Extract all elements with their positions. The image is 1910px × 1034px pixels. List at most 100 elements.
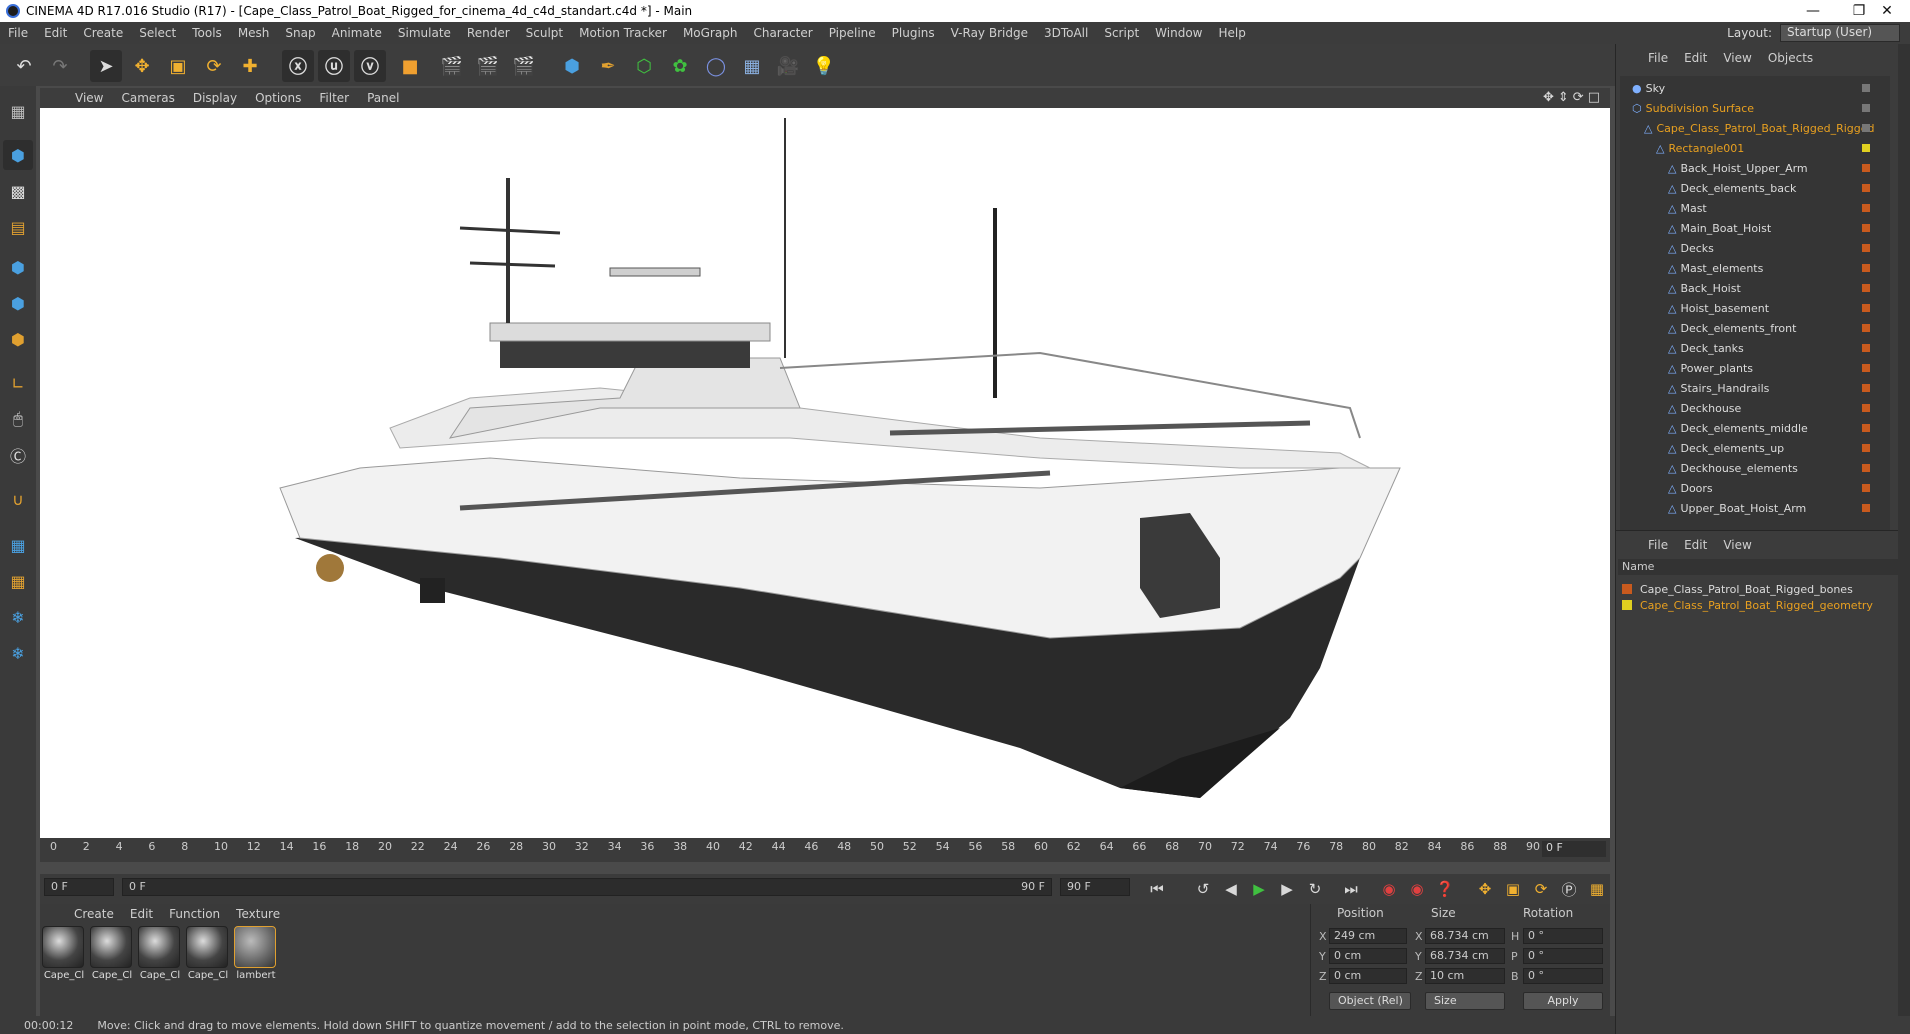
object-status-icon[interactable] <box>1862 164 1870 172</box>
subdivision-icon[interactable]: ⬡ <box>628 50 660 82</box>
texture-mode-icon[interactable]: ▩ <box>3 176 33 206</box>
menu-pipeline[interactable]: Pipeline <box>821 26 884 40</box>
rotate-tool-icon[interactable]: ⟳ <box>198 50 230 82</box>
layer-menu-file[interactable]: File <box>1640 538 1676 552</box>
edges-mode-icon[interactable]: ⬢ <box>3 288 33 318</box>
object-tree[interactable]: ● Sky ⬡ Subdivision Surface △ Cape_Class_Patr… <box>1620 76 1890 554</box>
size-mode-dropdown[interactable]: Size <box>1425 992 1505 1010</box>
3d-viewport[interactable] <box>40 108 1610 838</box>
object-status-icon[interactable] <box>1862 364 1870 372</box>
material-menu-edit[interactable]: Edit <box>122 907 161 921</box>
object-row[interactable]: △ Cape_Class_Patrol_Boat_Rigged_Rigged <box>1644 118 1875 138</box>
object-row[interactable]: △ Upper_Boat_Hoist_Arm <box>1668 498 1806 518</box>
object-row[interactable]: △ Main_Boat_Hoist <box>1668 218 1771 238</box>
workplane-icon[interactable]: ▤ <box>3 212 33 242</box>
planar-workplane-icon[interactable]: ▦ <box>3 566 33 596</box>
object-row[interactable]: △ Back_Hoist_Upper_Arm <box>1668 158 1808 178</box>
viewport-menu-display[interactable]: Display <box>184 91 246 105</box>
render-picture-viewer-icon[interactable]: 🎬 <box>472 50 504 82</box>
object-row[interactable]: △ Doors <box>1668 478 1713 498</box>
key-position-icon[interactable]: ✥ <box>1472 876 1498 902</box>
undo-icon[interactable]: ↶ <box>8 50 40 82</box>
menu-file[interactable]: File <box>0 26 36 40</box>
menu-help[interactable]: Help <box>1210 26 1253 40</box>
z-axis-icon[interactable]: ⓥ <box>354 50 386 82</box>
deformer-icon[interactable]: ◯ <box>700 50 732 82</box>
go-to-start-icon[interactable]: ⏮ <box>1144 876 1170 902</box>
object-row[interactable]: △ Mast <box>1668 198 1707 218</box>
menu-3dtoall[interactable]: 3DToAll <box>1036 26 1096 40</box>
menu-motion-tracker[interactable]: Motion Tracker <box>571 26 675 40</box>
key-pla-icon[interactable]: ▦ <box>1584 876 1610 902</box>
rotation-b-field[interactable]: 0 ° <box>1523 968 1603 984</box>
object-row[interactable]: ⬡ Subdivision Surface <box>1632 98 1754 118</box>
menu-character[interactable]: Character <box>745 26 820 40</box>
object-row[interactable]: △ Deck_elements_front <box>1668 318 1796 338</box>
polygons-mode-icon[interactable]: ⬢ <box>3 324 33 354</box>
object-row[interactable]: ● Sky <box>1632 78 1665 98</box>
object-status-icon[interactable] <box>1862 464 1870 472</box>
object-status-icon[interactable] <box>1862 304 1870 312</box>
layer-menu-view[interactable]: View <box>1715 538 1759 552</box>
minimize-icon[interactable]: — <box>1790 0 1836 22</box>
menu-sculpt[interactable]: Sculpt <box>518 26 571 40</box>
timeline-ruler[interactable]: 0 2 4 6 8 10 12 14 16 18 20 22 24 26 28 30 32 34 36 38 40 42 4… <box>40 838 1610 862</box>
snapping-icon[interactable]: Ⓒ <box>3 440 33 470</box>
position-y-field[interactable]: 0 cm <box>1329 948 1407 964</box>
material-swatch[interactable]: Cape_Cl <box>138 926 182 981</box>
object-status-icon[interactable] <box>1862 184 1870 192</box>
object-menu-view[interactable]: View <box>1715 51 1759 65</box>
material-swatch[interactable]: Cape_Cl <box>186 926 230 981</box>
render-view-icon[interactable]: 🎬 <box>436 50 468 82</box>
points-mode-icon[interactable]: ⬢ <box>3 252 33 282</box>
python-script-icon[interactable]: ❄ <box>3 638 33 668</box>
lock-workplane-icon[interactable]: ▦ <box>3 530 33 560</box>
object-status-icon[interactable] <box>1862 144 1870 152</box>
menu-tools[interactable]: Tools <box>184 26 230 40</box>
close-icon[interactable]: ✕ <box>1864 0 1910 22</box>
previous-key-icon[interactable]: ↺ <box>1190 876 1216 902</box>
rotation-p-field[interactable]: 0 ° <box>1523 948 1603 964</box>
previous-frame-icon[interactable]: ◀ <box>1218 876 1244 902</box>
object-row[interactable]: △ Stairs_Handrails <box>1668 378 1769 398</box>
size-y-field[interactable]: 68.734 cm <box>1425 948 1505 964</box>
viewport-menu-view[interactable]: View <box>66 91 112 105</box>
key-scale-icon[interactable]: ▣ <box>1500 876 1526 902</box>
material-swatch[interactable]: Cape_Cl <box>42 926 86 981</box>
array-icon[interactable]: ✿ <box>664 50 696 82</box>
last-tool-icon[interactable]: ✚ <box>234 50 266 82</box>
y-axis-icon[interactable]: ⓤ <box>318 50 350 82</box>
maximize-view-icon[interactable]: □ <box>1588 90 1600 105</box>
next-frame-icon[interactable]: ▶ <box>1274 876 1300 902</box>
object-menu-objects[interactable]: Objects <box>1760 51 1821 65</box>
current-frame-field[interactable]: 0 F <box>44 878 114 896</box>
object-status-icon[interactable] <box>1862 344 1870 352</box>
model-mode-icon[interactable]: ⬢ <box>3 140 33 170</box>
menu-plugins[interactable]: Plugins <box>884 26 943 40</box>
object-row[interactable]: △ Deck_elements_up <box>1668 438 1784 458</box>
object-status-icon[interactable] <box>1862 404 1870 412</box>
floor-icon[interactable]: ▦ <box>736 50 768 82</box>
viewport-menu-panel[interactable]: Panel <box>358 91 408 105</box>
object-menu-edit[interactable]: Edit <box>1676 51 1715 65</box>
size-x-field[interactable]: 68.734 cm <box>1425 928 1505 944</box>
frame-range-slider[interactable]: 0 F 90 F <box>122 878 1052 896</box>
redo-icon[interactable]: ↷ <box>44 50 76 82</box>
object-row[interactable]: △ Decks <box>1668 238 1714 258</box>
object-row[interactable]: △ Deckhouse_elements <box>1668 458 1798 478</box>
material-swatch[interactable]: lambert <box>234 926 278 981</box>
light-icon[interactable]: 💡 <box>808 50 840 82</box>
object-row[interactable]: △ Deck_tanks <box>1668 338 1744 358</box>
object-row[interactable]: △ Deckhouse <box>1668 398 1741 418</box>
object-status-icon[interactable] <box>1862 424 1870 432</box>
size-z-field[interactable]: 10 cm <box>1425 968 1505 984</box>
apply-button[interactable]: Apply <box>1523 992 1603 1010</box>
object-status-icon[interactable] <box>1862 284 1870 292</box>
object-status-icon[interactable] <box>1862 84 1870 92</box>
autokey-icon[interactable]: ◉ <box>1404 876 1430 902</box>
menu-script[interactable]: Script <box>1096 26 1147 40</box>
keyframe-selection-icon[interactable]: ❓ <box>1432 876 1458 902</box>
python-icon[interactable]: ❄ <box>3 602 33 632</box>
object-row[interactable]: △ Mast_elements <box>1668 258 1763 278</box>
layer-menu-edit[interactable]: Edit <box>1676 538 1715 552</box>
